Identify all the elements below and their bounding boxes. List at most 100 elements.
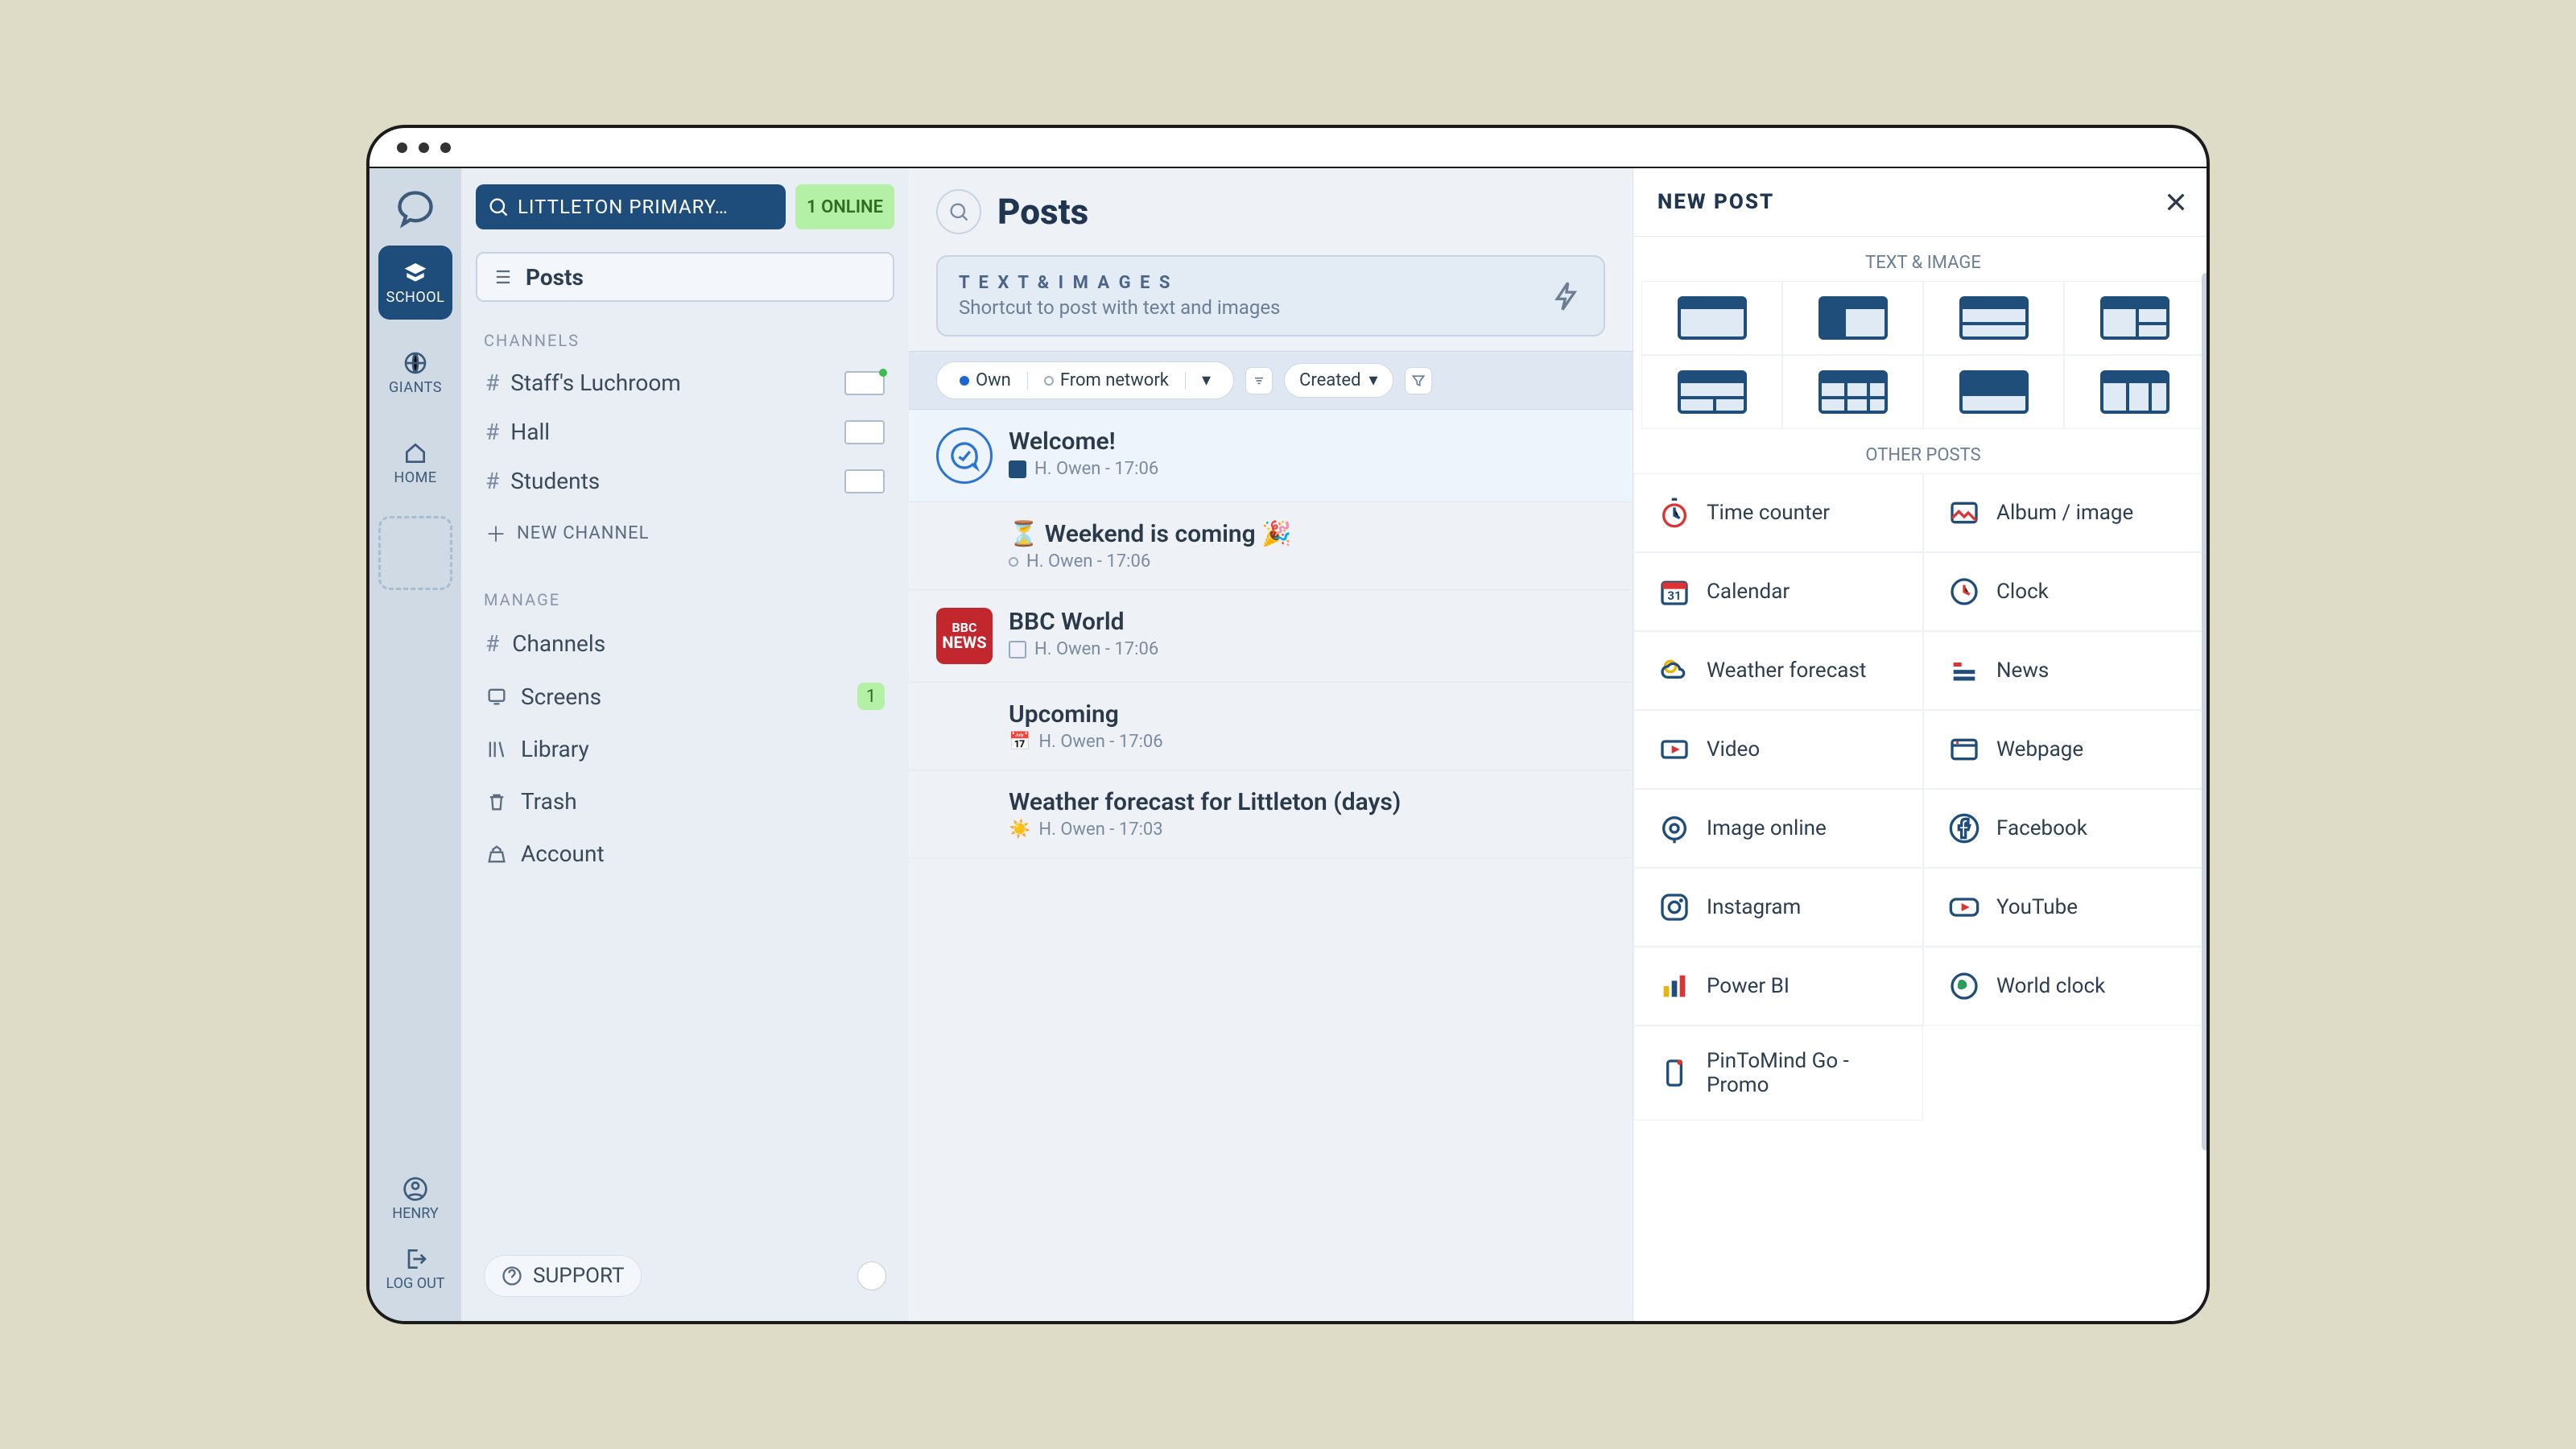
other-image-online[interactable]: Image online	[1633, 789, 1923, 868]
layout-option[interactable]	[1782, 281, 1923, 355]
post-meta: H. Owen - 17:06	[1034, 459, 1158, 479]
other-pintomind[interactable]: PinToMind Go - Promo	[1633, 1026, 1923, 1121]
channel-thumb-icon	[844, 371, 885, 395]
layout-option[interactable]	[1641, 281, 1782, 355]
other-webpage[interactable]: Webpage	[1923, 710, 2210, 789]
other-clock[interactable]: Clock	[1923, 552, 2210, 631]
layout-option[interactable]	[1923, 355, 2064, 429]
target-icon	[1658, 812, 1690, 844]
other-label: News	[1996, 658, 2049, 683]
other-label: YouTube	[1996, 895, 2078, 919]
workspace-label: HOME	[394, 469, 436, 486]
text-image-heading: TEXT & IMAGE	[1633, 237, 2210, 281]
filter-own-label: Own	[976, 370, 1011, 390]
post-row[interactable]: Weather forecast for Littleton (days) ☀️…	[909, 770, 1633, 858]
other-calendar[interactable]: 31Calendar	[1633, 552, 1923, 631]
post-row[interactable]: ⏳ Weekend is coming 🎉 H. Owen - 17:06	[909, 502, 1633, 590]
new-post-panel: NEW POST TEXT & IMAGE OTHER POSTS Time c…	[1633, 168, 2210, 1321]
clock-icon	[1948, 576, 1980, 608]
other-video[interactable]: Video	[1633, 710, 1923, 789]
other-weather[interactable]: Weather forecast	[1633, 631, 1923, 710]
chevron-down-icon: ▾	[1368, 370, 1377, 390]
other-time-counter[interactable]: Time counter	[1633, 473, 1923, 552]
other-facebook[interactable]: Facebook	[1923, 789, 2210, 868]
hash-icon: #	[485, 468, 499, 494]
layout-option[interactable]	[1641, 355, 1782, 429]
support-label: SUPPORT	[533, 1264, 625, 1288]
other-label: World clock	[1996, 974, 2105, 998]
layout-option[interactable]	[1923, 281, 2064, 355]
channel-item[interactable]: #Staff's Luchroom	[476, 358, 894, 407]
svg-text:31: 31	[1667, 588, 1681, 603]
other-album[interactable]: Album / image	[1923, 473, 2210, 552]
manage-channels[interactable]: # Channels	[476, 617, 894, 670]
close-button[interactable]	[2163, 189, 2189, 215]
scrollbar[interactable]	[2202, 273, 2210, 1305]
sort-button[interactable]	[1245, 367, 1273, 394]
other-powerbi[interactable]: Power BI	[1633, 947, 1923, 1026]
other-label: Instagram	[1707, 895, 1801, 919]
other-worldclock[interactable]: World clock	[1923, 947, 2210, 1026]
channel-item[interactable]: #Students	[476, 456, 894, 506]
org-name: LITTLETON PRIMARY…	[518, 196, 729, 218]
workspace-giants[interactable]: GIANTS	[378, 336, 452, 410]
post-meta: H. Owen - 17:06	[1038, 732, 1162, 752]
chevron-down-icon[interactable]: ▾	[1194, 369, 1219, 392]
post-title: ⏳ Weekend is coming 🎉	[1009, 520, 1292, 548]
manage-label: Library	[521, 736, 589, 762]
other-label: Webpage	[1996, 737, 2083, 762]
chat-icon	[936, 427, 993, 484]
trash-icon	[485, 791, 508, 813]
layout-option[interactable]	[2064, 355, 2205, 429]
other-youtube[interactable]: YouTube	[1923, 868, 2210, 947]
other-news[interactable]: News	[1923, 631, 2210, 710]
created-label: Created	[1299, 370, 1360, 390]
instagram-icon	[1658, 891, 1690, 923]
manage-trash[interactable]: Trash	[476, 775, 894, 828]
screens-badge: 1	[857, 683, 885, 710]
post-row[interactable]: Upcoming 📅H. Owen - 17:06	[909, 683, 1633, 770]
manage-screens[interactable]: Screens 1	[476, 670, 894, 723]
new-channel-button[interactable]: ＋ NEW CHANNEL	[476, 506, 894, 561]
other-instagram[interactable]: Instagram	[1633, 868, 1923, 947]
channel-item[interactable]: #Hall	[476, 407, 894, 456]
workspace-rail: SCHOOL GIANTS HOME HENRY LOG OUT	[369, 168, 461, 1321]
plus-icon: ＋	[485, 518, 507, 548]
manage-account[interactable]: Account	[476, 828, 894, 880]
manage-library[interactable]: Library	[476, 723, 894, 775]
post-row[interactable]: Welcome! H. Owen - 17:06	[909, 410, 1633, 502]
app-logo-icon	[394, 188, 436, 229]
channel-name: Hall	[510, 419, 550, 445]
support-button[interactable]: SUPPORT	[484, 1255, 642, 1297]
sort-icon	[1251, 373, 1267, 389]
manage-label: Screens	[521, 683, 601, 710]
created-dropdown[interactable]: Created ▾	[1284, 363, 1393, 398]
search-icon	[947, 200, 970, 223]
logout-button[interactable]: LOG OUT	[386, 1246, 444, 1292]
workspace-school[interactable]: SCHOOL	[378, 246, 452, 320]
dot-icon	[1009, 557, 1018, 567]
shortcut-card[interactable]: T E X T & I M A G E S Shortcut to post w…	[936, 255, 1605, 336]
post-row[interactable]: BBCNEWS BBC World H. Owen - 17:06	[909, 590, 1633, 683]
search-button[interactable]	[936, 189, 981, 234]
language-flag-icon[interactable]	[857, 1261, 886, 1290]
ownership-filter[interactable]: Own From network ▾	[936, 361, 1234, 399]
add-workspace-button[interactable]	[378, 516, 452, 590]
other-label: Video	[1707, 737, 1760, 762]
layout-option[interactable]	[2064, 281, 2205, 355]
manage-label: Account	[521, 840, 605, 867]
chart-icon	[1658, 970, 1690, 1002]
sun-icon: ☀️	[1009, 819, 1030, 840]
other-label: PinToMind Go - Promo	[1707, 1049, 1898, 1097]
weather-icon	[1658, 654, 1690, 687]
filter-button[interactable]	[1405, 367, 1432, 394]
user-menu[interactable]: HENRY	[392, 1176, 438, 1222]
layout-option[interactable]	[1782, 355, 1923, 429]
workspace-label: GIANTS	[389, 379, 442, 396]
org-selector[interactable]: LITTLETON PRIMARY…	[476, 184, 786, 229]
nav-posts[interactable]: Posts	[476, 252, 894, 302]
post-meta: H. Owen - 17:06	[1026, 551, 1150, 572]
workspace-home[interactable]: HOME	[378, 426, 452, 500]
globe-icon	[1948, 970, 1980, 1002]
facebook-icon	[1948, 812, 1980, 844]
